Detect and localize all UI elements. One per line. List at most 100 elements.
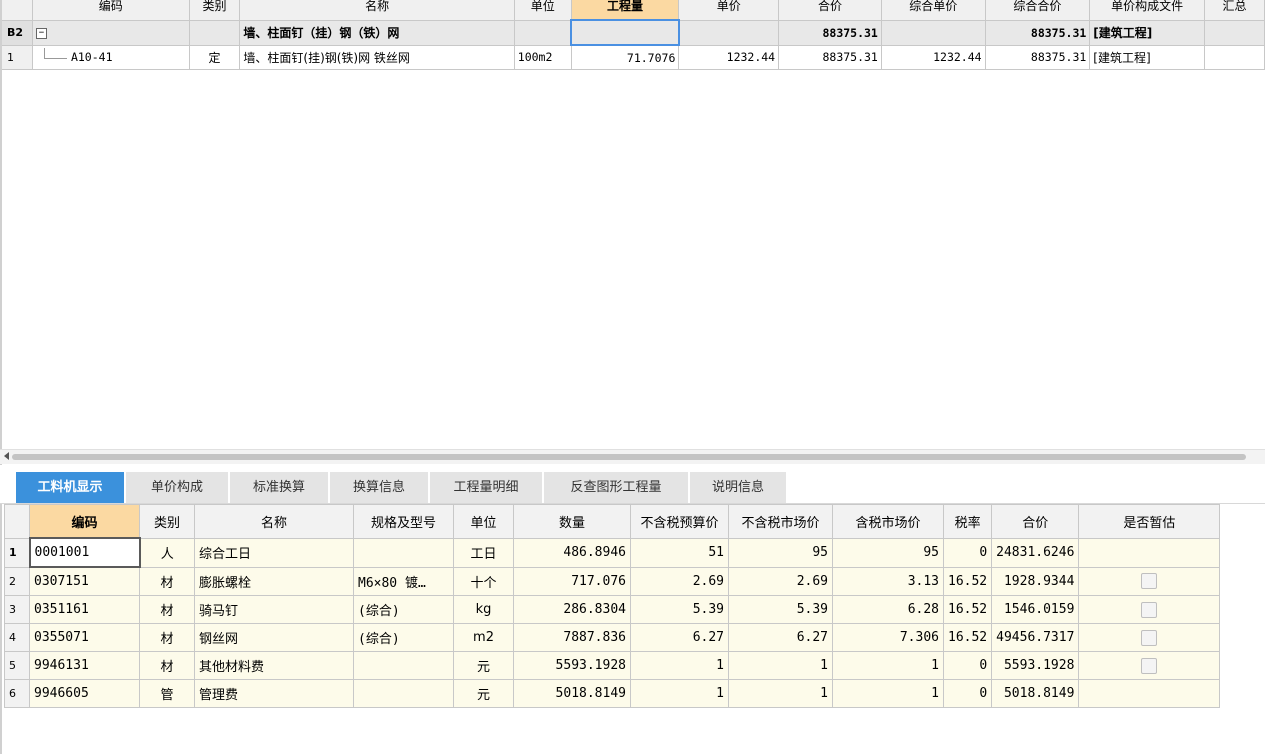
total-cell[interactable]: 5018.8149 [991,679,1080,708]
col-header-comprehensive-total[interactable]: 综合合价 [984,0,1091,21]
col-header-category[interactable]: 类别 [139,504,195,539]
resource-row[interactable]: 6 9946605 管管理费元 5018.8149 1 1 1 0 5018.8149 [4,679,1221,708]
item-category-cell[interactable]: 定 [188,44,241,70]
item-quantity-cell[interactable]: 71.7076 [570,44,680,70]
col-header-summary[interactable]: 汇总 [1204,0,1265,21]
name-cell[interactable]: 管理费 [194,679,354,708]
provisional-cell[interactable] [1078,566,1221,596]
tab-quantity-details[interactable]: 工程量明细 [430,472,542,503]
col-header-spec[interactable]: 规格及型号 [353,504,454,539]
tab-standard-conversion[interactable]: 标准换算 [230,472,328,503]
item-summary-cell[interactable] [1204,44,1265,70]
resource-row[interactable]: 4 0355071 材钢丝网 (综合) m2 7887.836 6.27 6.27 7.306 1… [4,623,1221,652]
col-header-unit-price[interactable]: 单价 [678,0,780,21]
col-header-code[interactable]: 编码 [31,0,190,21]
market-price-cell[interactable]: 6.27 [728,623,833,652]
budget-price-cell[interactable]: 1 [630,679,729,708]
group-category-cell[interactable] [188,19,241,46]
col-header-total[interactable]: 合价 [778,0,882,21]
tab-conversion-info[interactable]: 换算信息 [330,472,428,503]
col-header-category[interactable]: 类别 [188,0,241,21]
item-cost-file-cell[interactable]: [建筑工程] [1089,44,1206,70]
market-price-incl-tax-cell[interactable]: 1 [832,651,944,680]
code-cell[interactable]: 0351161 [29,595,140,624]
quantity-cell[interactable]: 5018.8149 [513,679,631,708]
group-unit-price-cell[interactable] [678,19,780,46]
resource-row[interactable]: 1 0001001 人综合工日 工日 486.8946 51 95 95 0 24831.6246 [4,537,1221,568]
tab-unit-price-composition[interactable]: 单价构成 [126,472,228,503]
group-comprehensive-unit-price-cell[interactable] [880,19,986,46]
provisional-checkbox[interactable] [1141,601,1158,618]
category-cell[interactable]: 材 [139,651,195,680]
category-cell[interactable]: 管 [139,679,195,708]
col-header-name[interactable]: 名称 [239,0,515,21]
market-price-cell[interactable]: 1 [728,651,833,680]
col-header-name[interactable]: 名称 [194,504,354,539]
item-comprehensive-unit-price-cell[interactable]: 1232.44 [880,44,986,70]
total-cell[interactable]: 24831.6246 [991,537,1080,568]
provisional-cell[interactable] [1078,595,1221,624]
code-cell[interactable]: 0001001 [28,537,141,568]
col-header-comprehensive-unit-price[interactable]: 综合单价 [880,0,986,21]
budget-price-cell[interactable]: 51 [630,537,729,568]
collapse-toggle-icon[interactable]: − [35,27,47,39]
group-quantity-cell[interactable] [570,19,680,46]
col-header-provisional[interactable]: 是否暂估 [1078,504,1221,539]
provisional-cell[interactable] [1078,679,1221,708]
market-price-incl-tax-cell[interactable]: 6.28 [832,595,944,624]
category-cell[interactable]: 材 [139,623,195,652]
spec-cell[interactable]: (综合) [353,595,454,624]
group-name-cell[interactable]: 墙、柱面钉（挂）钢（铁）网 [239,19,515,46]
tab-description[interactable]: 说明信息 [690,472,786,503]
provisional-checkbox[interactable] [1141,629,1158,646]
group-row[interactable]: B2 − 墙、柱面钉（挂）钢（铁）网 88375.31 88375.31 [建筑… [0,19,1265,46]
category-cell[interactable]: 材 [139,595,195,624]
unit-cell[interactable]: 元 [453,651,514,680]
total-cell[interactable]: 49456.7317 [991,623,1080,652]
provisional-cell[interactable] [1078,537,1221,568]
scrollbar-thumb[interactable] [12,454,1246,460]
code-cell[interactable]: 0355071 [29,623,140,652]
col-header-quantity[interactable]: 数量 [513,504,631,539]
category-cell[interactable]: 人 [139,537,195,568]
col-header-quantity[interactable]: 工程量 [570,0,680,21]
quota-item-row[interactable]: 1 A10-41 定 墙、柱面钉(挂)钢(铁)网 铁丝网 100m2 71.70… [0,44,1265,70]
tax-rate-cell[interactable]: 0 [942,679,993,708]
resource-row[interactable]: 5 9946131 材其他材料费元 5593.1928 1 1 1 0 5593.1928 [4,651,1221,680]
code-cell[interactable]: 0307151 [29,566,140,596]
name-cell[interactable]: 其他材料费 [194,651,354,680]
horizontal-scrollbar[interactable] [0,449,1265,464]
group-comprehensive-total-cell[interactable]: 88375.31 [984,19,1091,46]
market-price-cell[interactable]: 2.69 [728,566,833,596]
item-total-cell[interactable]: 88375.31 [778,44,882,70]
col-header-market-price-incl-tax[interactable]: 含税市场价 [832,504,944,539]
col-header-code[interactable]: 编码 [29,504,140,539]
group-unit-cell[interactable] [513,19,572,46]
market-price-incl-tax-cell[interactable]: 1 [832,679,944,708]
unit-cell[interactable]: 元 [453,679,514,708]
budget-price-cell[interactable]: 1 [630,651,729,680]
col-header-unit[interactable]: 单位 [453,504,514,539]
item-code-cell[interactable]: A10-41 [31,44,190,70]
tax-rate-cell[interactable]: 0 [942,651,993,680]
spec-cell[interactable]: M6×80 镀… [353,566,454,596]
unit-cell[interactable]: 工日 [453,537,514,568]
quantity-cell[interactable]: 486.8946 [513,537,631,568]
name-cell[interactable]: 膨胀螺栓 [194,566,354,596]
item-name-cell[interactable]: 墙、柱面钉(挂)钢(铁)网 铁丝网 [239,44,515,70]
col-header-cost-file[interactable]: 单价构成文件 [1089,0,1206,21]
col-header-total[interactable]: 合价 [991,504,1080,539]
spec-cell[interactable] [353,651,454,680]
provisional-cell[interactable] [1078,623,1221,652]
name-cell[interactable]: 钢丝网 [194,623,354,652]
name-cell[interactable]: 骑马钉 [194,595,354,624]
item-unit-price-cell[interactable]: 1232.44 [678,44,780,70]
quantity-cell[interactable]: 7887.836 [513,623,631,652]
resource-row[interactable]: 3 0351161 材骑马钉 (综合) kg 286.8304 5.39 5.39 6.28 16… [4,595,1221,624]
code-cell[interactable]: 9946131 [29,651,140,680]
name-cell[interactable]: 综合工日 [194,537,354,568]
resource-row[interactable]: 2 0307151 材膨胀螺栓 M6×80 镀… 十个 717.076 2.69 2.69 3.… [4,566,1221,596]
item-comprehensive-total-cell[interactable]: 88375.31 [984,44,1091,70]
tax-rate-cell[interactable]: 16.52 [942,566,993,596]
quantity-cell[interactable]: 717.076 [513,566,631,596]
